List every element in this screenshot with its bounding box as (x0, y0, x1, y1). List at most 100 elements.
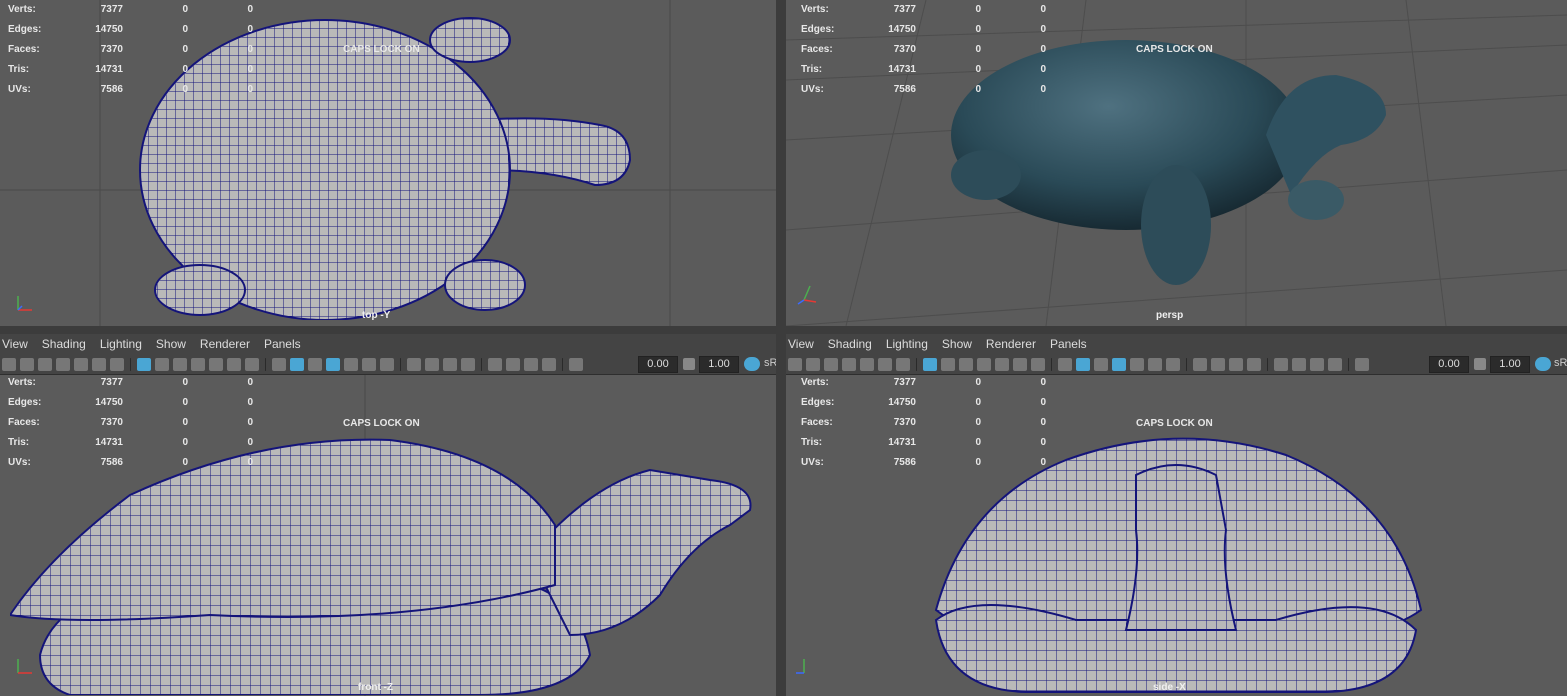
two-d-pan-icon[interactable] (878, 357, 892, 371)
multisample-aa-icon[interactable] (443, 357, 457, 371)
camera-select-icon[interactable] (2, 357, 16, 371)
grid-icon[interactable] (137, 357, 151, 371)
xray-joints-icon[interactable] (1328, 357, 1342, 371)
safe-title-icon[interactable] (1031, 357, 1045, 371)
camera-select-icon[interactable] (788, 357, 802, 371)
menu-panels[interactable]: Panels (1043, 334, 1094, 351)
smooth-shade-icon[interactable] (290, 357, 304, 371)
gate-mask-icon[interactable] (977, 357, 991, 371)
safe-action-icon[interactable] (227, 357, 241, 371)
safe-action-icon[interactable] (1013, 357, 1027, 371)
textured-icon[interactable] (1130, 357, 1144, 371)
image-plane-icon[interactable] (56, 357, 70, 371)
gamma-field[interactable]: 1.00 (1490, 356, 1530, 373)
menu-show[interactable]: Show (935, 334, 979, 351)
wireframe-on-shaded-icon[interactable] (326, 357, 340, 371)
color-management-icon[interactable] (744, 357, 760, 371)
grid-icon[interactable] (923, 357, 937, 371)
axis-gizmo-icon (17, 659, 32, 674)
field-chart-icon[interactable] (209, 357, 223, 371)
film-gate-icon[interactable] (941, 357, 955, 371)
motion-blur-icon[interactable] (1211, 357, 1225, 371)
xray-active-icon[interactable] (1310, 357, 1324, 371)
camera-label-side: side -X (1153, 682, 1186, 693)
toolbar-icons (2, 357, 583, 371)
use-default-material-icon[interactable] (1094, 357, 1108, 371)
gamma-icon[interactable] (1474, 358, 1486, 370)
viewport-canvas[interactable]: Verts: 7377 0 0 Edges: 14750 0 0 Faces: 7370 0 0 … (0, 375, 776, 696)
textured-icon[interactable] (344, 357, 358, 371)
camera-label-front: front -Z (358, 682, 393, 693)
bookmark-icon[interactable] (824, 357, 838, 371)
wireframe-on-shaded-icon[interactable] (1112, 357, 1126, 371)
field-chart-icon[interactable] (995, 357, 1009, 371)
gamma-field[interactable]: 1.00 (699, 356, 739, 373)
menu-lighting[interactable]: Lighting (879, 334, 935, 351)
viewport-side[interactable]: View Shading Lighting Show Renderer Panels 0.… (786, 334, 1567, 696)
viewport-persp[interactable]: Verts: 7377 0 0 Edges: 14750 0 0 Faces: 7370 0 0 … (786, 0, 1567, 326)
xray-icon[interactable] (1292, 357, 1306, 371)
exposure-icon[interactable] (1355, 357, 1369, 371)
gamma-icon[interactable] (683, 358, 695, 370)
menu-renderer[interactable]: Renderer (193, 334, 257, 351)
shadows-icon[interactable] (1166, 357, 1180, 371)
viewport-canvas[interactable]: Verts: 7377 0 0 Edges: 14750 0 0 Faces: 7370 0 0 … (786, 375, 1567, 696)
camera-attributes-icon[interactable] (806, 357, 820, 371)
image-plane-icon[interactable] (842, 357, 856, 371)
camera-attributes-icon[interactable] (20, 357, 34, 371)
pane-divider-horizontal[interactable] (0, 326, 1567, 334)
isolate-select-icon[interactable] (488, 357, 502, 371)
menu-renderer[interactable]: Renderer (979, 334, 1043, 351)
screen-space-ao-icon[interactable] (1193, 357, 1207, 371)
depth-of-field-icon[interactable] (461, 357, 475, 371)
safe-title-icon[interactable] (245, 357, 259, 371)
axis-gizmo-icon (797, 285, 817, 305)
exposure-icon[interactable] (569, 357, 583, 371)
menu-view[interactable]: View (0, 334, 35, 351)
motion-blur-icon[interactable] (425, 357, 439, 371)
shadows-icon[interactable] (380, 357, 394, 371)
two-d-pan-icon[interactable] (92, 357, 106, 371)
depth-of-field-icon[interactable] (1247, 357, 1261, 371)
use-all-lights-icon[interactable] (1148, 357, 1162, 371)
caps-lock-indicator: CAPS LOCK ON (343, 418, 420, 429)
film-gate-icon[interactable] (155, 357, 169, 371)
xray-active-icon[interactable] (524, 357, 538, 371)
bookmark-icon[interactable] (38, 357, 52, 371)
screen-space-ao-icon[interactable] (407, 357, 421, 371)
caps-lock-indicator: CAPS LOCK ON (1136, 418, 1213, 429)
xray-icon[interactable] (506, 357, 520, 371)
smooth-shade-icon[interactable] (1076, 357, 1090, 371)
hud-stats: Verts: 7377 0 0 Edges: 14750 0 0 Faces: 7370 0 0 … (801, 4, 1046, 95)
menu-shading[interactable]: Shading (35, 334, 93, 351)
use-all-lights-icon[interactable] (362, 357, 376, 371)
viewport-top[interactable]: Verts: 7377 0 0 Edges: 14750 0 0 Faces: 7370 0 0 … (0, 0, 776, 326)
wireframe-icon[interactable] (1058, 357, 1072, 371)
resolution-gate-icon[interactable] (959, 357, 973, 371)
use-default-material-icon[interactable] (308, 357, 322, 371)
menu-shading[interactable]: Shading (821, 334, 879, 351)
viewport-front[interactable]: View Shading Lighting Show Renderer Panels 0.… (0, 334, 776, 696)
toolbar-icons (788, 357, 1369, 371)
exposure-field[interactable]: 0.00 (638, 356, 678, 373)
brush-icon[interactable] (896, 357, 910, 371)
viewport-toolbar: 0.00 1.00 sR (786, 354, 1567, 375)
xray-joints-icon[interactable] (542, 357, 556, 371)
grease-pencil-icon[interactable] (860, 357, 874, 371)
menu-show[interactable]: Show (149, 334, 193, 351)
color-space-label[interactable]: sR (1554, 357, 1567, 369)
isolate-select-icon[interactable] (1274, 357, 1288, 371)
multisample-aa-icon[interactable] (1229, 357, 1243, 371)
menu-view[interactable]: View (786, 334, 821, 351)
exposure-field[interactable]: 0.00 (1429, 356, 1469, 373)
wireframe-icon[interactable] (272, 357, 286, 371)
color-management-icon[interactable] (1535, 357, 1551, 371)
menu-lighting[interactable]: Lighting (93, 334, 149, 351)
grease-pencil-icon[interactable] (74, 357, 88, 371)
brush-icon[interactable] (110, 357, 124, 371)
menu-panels[interactable]: Panels (257, 334, 308, 351)
color-space-label[interactable]: sR (764, 357, 776, 369)
resolution-gate-icon[interactable] (173, 357, 187, 371)
gate-mask-icon[interactable] (191, 357, 205, 371)
pane-divider-vertical[interactable] (776, 0, 786, 696)
